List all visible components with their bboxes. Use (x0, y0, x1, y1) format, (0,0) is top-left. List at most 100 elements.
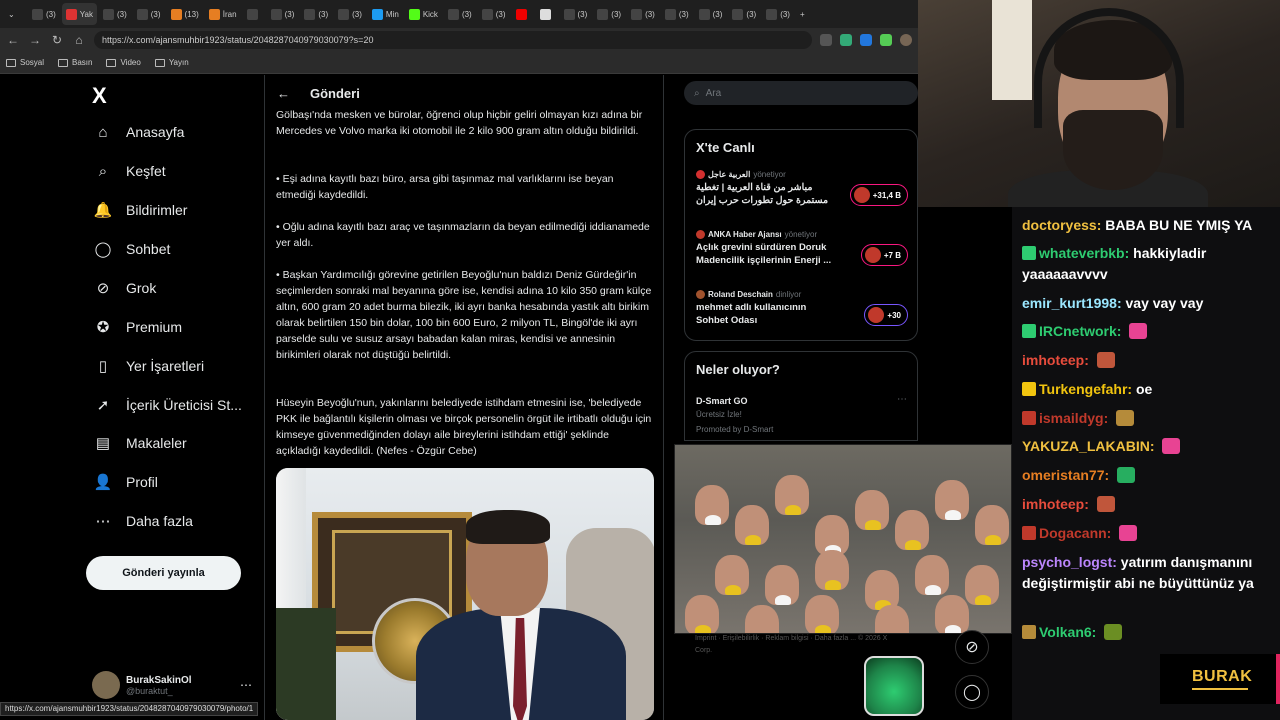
x-logo[interactable]: X (92, 83, 107, 109)
extension-icon[interactable] (840, 34, 852, 46)
nav-item-label: Anasayfa (126, 124, 185, 140)
browser-tab[interactable]: (3) (593, 3, 625, 25)
extension-icon[interactable] (880, 34, 892, 46)
home-button-icon[interactable]: ⌂ (72, 33, 86, 47)
photo-flag (276, 608, 336, 720)
forward-icon[interactable]: → (28, 33, 42, 47)
browser-tab[interactable] (536, 3, 558, 25)
chat-username[interactable]: Dogacann: (1039, 525, 1111, 541)
browser-tab[interactable]: (3) (300, 3, 332, 25)
chat-username[interactable]: emir_kurt1998: (1022, 295, 1122, 311)
nav-item[interactable]: ▤ Makaleler (94, 434, 187, 452)
search-input[interactable]: ⌕ Ara (684, 81, 918, 105)
nav-item[interactable]: ▯ Yer İşaretleri (94, 357, 204, 375)
live-item[interactable]: ANKA Haber Ajansı yönetiyor Açlık grevini … (696, 230, 908, 267)
nav-item[interactable]: 👤 Profil (94, 473, 158, 491)
post-paragraph: Gölbaşı'nda mesken ve bürolar, öğrenci o… (276, 109, 643, 137)
bookmark-basin[interactable]: Basın (58, 58, 92, 67)
browser-tab[interactable]: (3) (99, 3, 131, 25)
url-input[interactable]: https://x.com/ajansmuhbir1923/status/204… (94, 31, 812, 49)
browser-tab[interactable]: (3) (627, 3, 659, 25)
extension-icon[interactable] (860, 34, 872, 46)
browser-tab[interactable]: (3) (695, 3, 727, 25)
browser-tab[interactable]: İran (205, 3, 241, 25)
chat-message: YAKUZA_LAKABIN: (1022, 436, 1277, 457)
tab-label: (3) (780, 9, 790, 19)
nav-item[interactable]: ✪ Premium (94, 318, 182, 336)
live-item[interactable]: Roland Deschain dinliyor mehmet adlı kulla… (696, 290, 908, 327)
new-tab-icon[interactable]: + (796, 3, 818, 25)
ad-title[interactable]: D-Smart GO (696, 396, 748, 406)
back-icon[interactable]: ← (6, 33, 20, 47)
bookmark-video[interactable]: Video (106, 58, 141, 67)
chat-username[interactable]: whateverbkb: (1039, 245, 1129, 261)
browser-tab[interactable]: Yak (61, 3, 97, 25)
bookmarks-bar: Sosyal Basın Video Yayın (0, 52, 918, 74)
chat-username[interactable]: doctoryess: (1022, 217, 1101, 233)
nav-item[interactable]: 🔔 Bildirimler (94, 201, 188, 219)
source-role: dinliyor (775, 290, 802, 299)
more-icon[interactable]: ⋯ (897, 394, 907, 405)
browser-tab[interactable]: (3) (444, 3, 476, 25)
chat-username[interactable]: YAKUZA_LAKABIN: (1022, 438, 1155, 454)
nav-item[interactable]: ⋯ Daha fazla (94, 512, 193, 530)
bookmark-yayin[interactable]: Yayın (154, 58, 189, 67)
extension-icon[interactable] (820, 34, 832, 46)
back-arrow-icon[interactable]: ← (277, 86, 290, 101)
nav-item[interactable]: ⊘ Grok (94, 279, 157, 297)
live-item[interactable]: العربية عاجل yönetiyor مباشر من قناة العرب… (696, 170, 908, 207)
hardhat-icon (705, 515, 721, 525)
chat-username[interactable]: IRCnetwork: (1039, 323, 1121, 339)
nav-item-label: Keşfet (126, 163, 166, 179)
grok-icon[interactable]: ⊘ (955, 630, 989, 664)
user-badge-icon (1022, 324, 1036, 338)
browser-tab[interactable] (243, 3, 265, 25)
user-badge-icon (1022, 246, 1036, 260)
tab-list-icon[interactable]: ⌄ (4, 3, 26, 25)
source-role: yönetiyor (753, 170, 786, 179)
chat-icon[interactable]: ◯ (955, 675, 989, 709)
browser-tab[interactable]: (3) (133, 3, 165, 25)
nav-item[interactable]: ◯ Sohbet (94, 240, 171, 258)
chat-username[interactable]: imhoteep: (1022, 496, 1089, 512)
chat-username[interactable]: ismaildyg: (1039, 410, 1108, 426)
browser-tab[interactable]: Min (368, 3, 403, 25)
browser-tab[interactable]: (13) (167, 3, 203, 25)
hardhat-icon (905, 540, 921, 550)
favicon-icon (732, 8, 744, 20)
browser-tab[interactable] (512, 3, 534, 25)
emote-icon (1096, 496, 1115, 512)
browser-tab[interactable]: (3) (762, 3, 794, 25)
hardhat-icon (725, 585, 741, 595)
ad-promoted: Promoted by D-Smart (696, 425, 774, 434)
profile-icon[interactable] (900, 34, 912, 46)
browser-tab[interactable]: (3) (267, 3, 299, 25)
hardhat-icon (775, 595, 791, 605)
post-photo[interactable] (276, 468, 654, 720)
browser-tab[interactable]: (3) (728, 3, 760, 25)
chat-username[interactable]: omeristan77: (1022, 467, 1109, 483)
stream-chat: doctoryess: BABA BU NE YMIŞ YA whateverbk… (1012, 207, 1280, 720)
account-switcher[interactable]: BurakSakinOl @buraktut_ ⋯ (92, 671, 252, 699)
nav-item[interactable]: ⌕ Keşfet (94, 162, 166, 180)
hardhat-icon (825, 580, 841, 590)
tab-label: (3) (611, 9, 622, 19)
post-button[interactable]: Gönderi yayınla (86, 556, 241, 590)
chat-username[interactable]: psycho_logst: (1022, 554, 1117, 570)
nav-item[interactable]: ➚ İçerik Üreticisi St... (94, 396, 242, 414)
live-source: العربية عاجل yönetiyor (696, 170, 908, 179)
nav-item[interactable]: ⌂ Anasayfa (94, 123, 184, 141)
browser-tab[interactable]: (3) (661, 3, 693, 25)
browser-tab[interactable]: Kick (405, 3, 442, 25)
browser-tab[interactable]: (3) (478, 3, 510, 25)
chat-username[interactable]: Turkengefahr: (1039, 381, 1132, 397)
browser-tab[interactable]: (3) (560, 3, 592, 25)
browser-tab[interactable]: (3) (334, 3, 366, 25)
post-paragraph: Hüseyin Beyoğlu'nun, yakınlarını belediy… (276, 397, 652, 457)
chat-username[interactable]: imhoteep: (1022, 352, 1089, 368)
reload-icon[interactable]: ↻ (50, 33, 64, 47)
browser-tab[interactable]: (3) (28, 3, 60, 25)
bookmark-sosyal[interactable]: Sosyal (6, 58, 44, 67)
chat-username[interactable]: Volkan6: (1039, 624, 1096, 640)
more-icon[interactable]: ⋯ (240, 678, 252, 692)
